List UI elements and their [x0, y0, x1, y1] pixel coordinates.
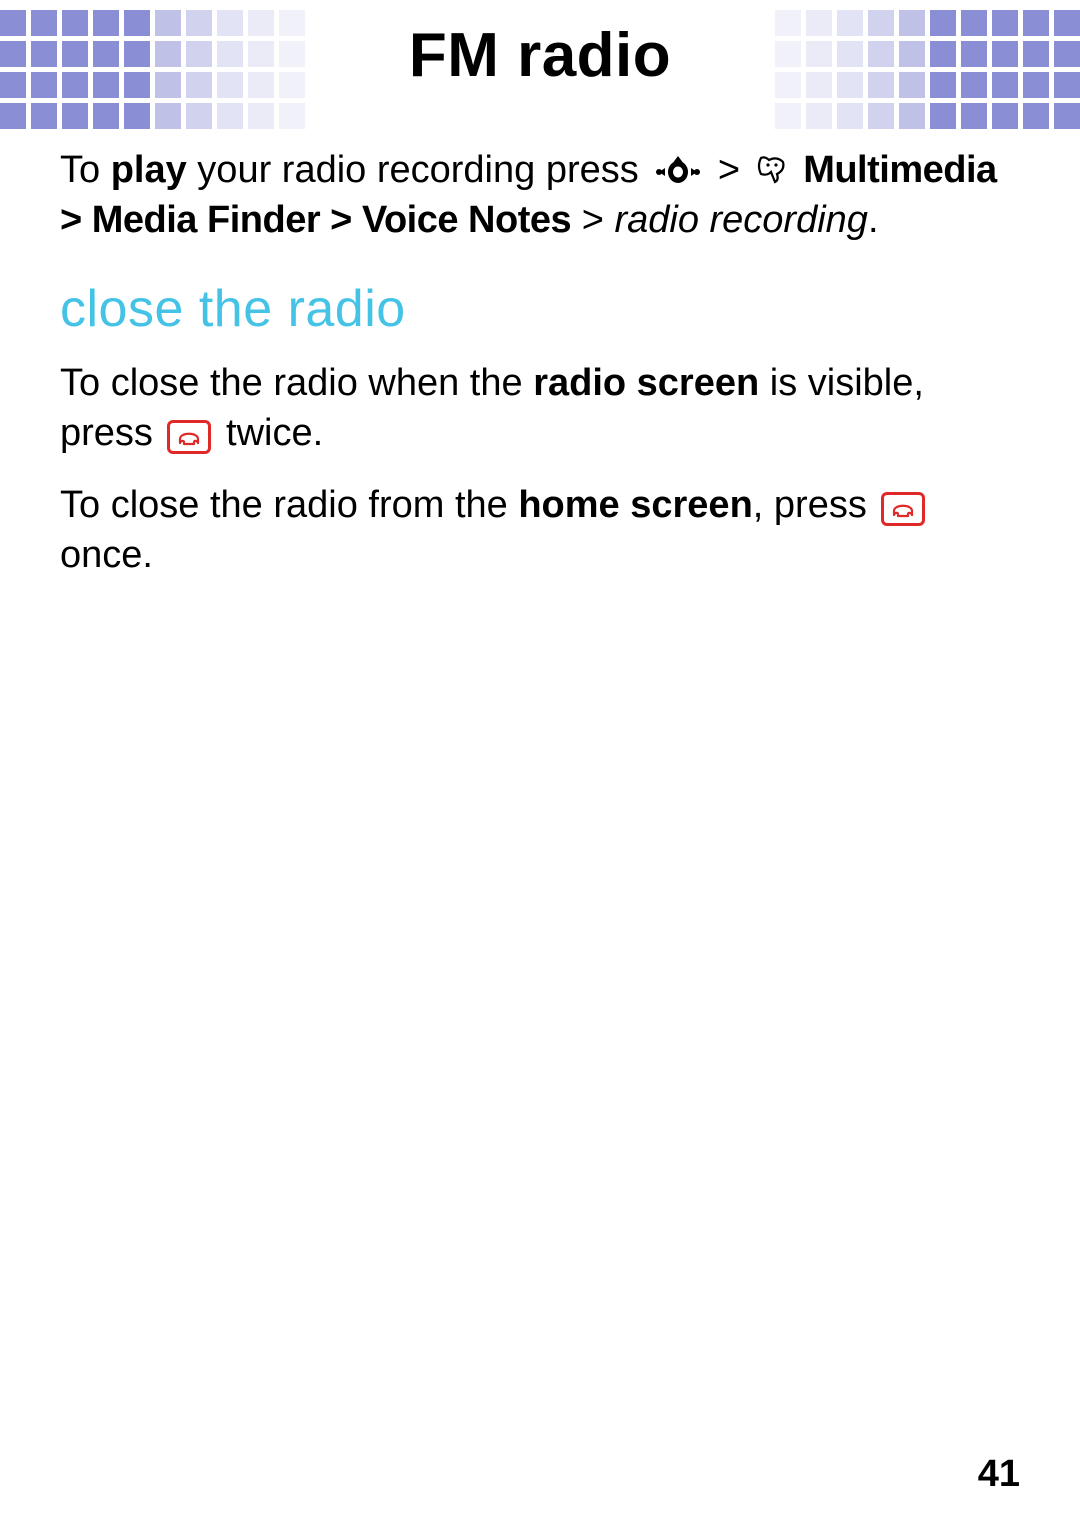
text: >: [60, 199, 92, 241]
multimedia-icon: [755, 151, 789, 187]
text: , press: [753, 484, 878, 526]
text: .: [868, 199, 879, 241]
menu-path-radio-recording: radio recording: [614, 199, 867, 241]
page-content: To play your radio recording press > Mul…: [60, 145, 1020, 603]
section-heading-close-radio: close the radio: [60, 275, 1020, 344]
paragraph-close-from-home-screen: To close the radio from the home screen,…: [60, 480, 1020, 580]
text: >: [571, 199, 614, 241]
text-bold: home screen: [518, 484, 752, 526]
end-key-icon: [881, 492, 925, 526]
text: To close the radio when the: [60, 362, 533, 404]
menu-path-voice-notes: Voice Notes: [362, 199, 571, 241]
text: your radio recording press: [187, 149, 650, 191]
text-bold: radio screen: [533, 362, 759, 404]
navigation-key-icon: [653, 151, 703, 185]
text: To close the radio from the: [60, 484, 518, 526]
page-number: 41: [978, 1453, 1020, 1496]
page-title: FM radio: [0, 20, 1080, 91]
text: once.: [60, 534, 153, 576]
paragraph-close-from-radio-screen: To close the radio when the radio screen…: [60, 358, 1020, 458]
text: twice.: [215, 412, 323, 454]
text-bold: play: [111, 149, 187, 191]
menu-path-multimedia: Multimedia: [803, 149, 996, 191]
paragraph-play-recording: To play your radio recording press > Mul…: [60, 145, 1020, 245]
text: To: [60, 149, 111, 191]
menu-path-media-finder: Media Finder: [92, 199, 320, 241]
end-key-icon: [167, 420, 211, 454]
text: >: [707, 149, 750, 191]
text: >: [320, 199, 362, 241]
